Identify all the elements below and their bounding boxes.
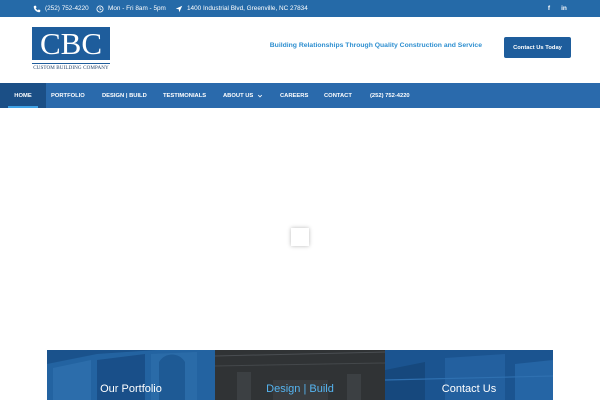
- location-arrow-icon: [175, 5, 183, 13]
- chevron-down-icon: [257, 93, 263, 99]
- contact-us-today-button[interactable]: Contact Us Today: [504, 37, 571, 58]
- topbar-hours-text: Mon - Fri 8am - 5pm: [108, 5, 166, 12]
- phone-icon: [33, 5, 41, 13]
- main-navigation: HOME PORTFOLIO DESIGN | BUILD TESTIMONIA…: [0, 83, 600, 108]
- clock-icon: [96, 5, 104, 13]
- logo-tagline: CUSTOM BUILDING COMPANY: [33, 65, 109, 71]
- nav-item-careers[interactable]: CAREERS: [280, 83, 308, 108]
- nav-item-testimonials[interactable]: TESTIMONIALS: [163, 83, 206, 108]
- topbar-address-text: 1400 Industrial Blvd, Greenville, NC 278…: [187, 5, 308, 12]
- portfolio-panel-title: Our Portfolio: [100, 383, 162, 395]
- topbar-phone-text: (252) 752-4220: [45, 5, 89, 12]
- nav-item-about-us-label: ABOUT US: [223, 92, 254, 99]
- design-build-panel-title: Design | Build: [266, 383, 334, 395]
- nav-item-portfolio[interactable]: PORTFOLIO: [51, 83, 85, 108]
- contact-us-panel-title: Contact Us: [441, 383, 497, 395]
- nav-item-phone[interactable]: (252) 752-4220: [370, 83, 410, 108]
- logo-divider: [32, 63, 110, 64]
- linkedin-icon[interactable]: in: [558, 0, 570, 17]
- portfolio-panel[interactable]: Our Portfolio: [47, 350, 215, 400]
- nav-item-contact[interactable]: CONTACT: [324, 83, 352, 108]
- header-tagline: Building Relationships Through Quality C…: [269, 42, 482, 49]
- top-info-bar: (252) 752-4220 Mon - Fri 8am - 5pm 1400 …: [0, 0, 600, 17]
- contact-us-panel[interactable]: Contact Us: [385, 350, 553, 400]
- logo-letters: CBC: [39, 26, 103, 61]
- topbar-address[interactable]: 1400 Industrial Blvd, Greenville, NC 278…: [175, 0, 308, 17]
- loading-spinner: [291, 228, 309, 246]
- company-logo[interactable]: CBC CUSTOM BUILDING COMPANY: [32, 27, 110, 72]
- topbar-hours: Mon - Fri 8am - 5pm: [96, 0, 166, 17]
- nav-item-home[interactable]: HOME: [0, 83, 46, 108]
- nav-item-about-us[interactable]: ABOUT US: [223, 83, 263, 108]
- nav-item-design-build[interactable]: DESIGN | BUILD: [102, 83, 147, 108]
- nav-active-indicator: [8, 106, 38, 108]
- logo-mark: CBC: [32, 27, 110, 60]
- topbar-phone[interactable]: (252) 752-4220: [33, 0, 89, 17]
- facebook-icon[interactable]: f: [543, 0, 555, 17]
- design-build-panel[interactable]: Design | Build: [215, 350, 385, 400]
